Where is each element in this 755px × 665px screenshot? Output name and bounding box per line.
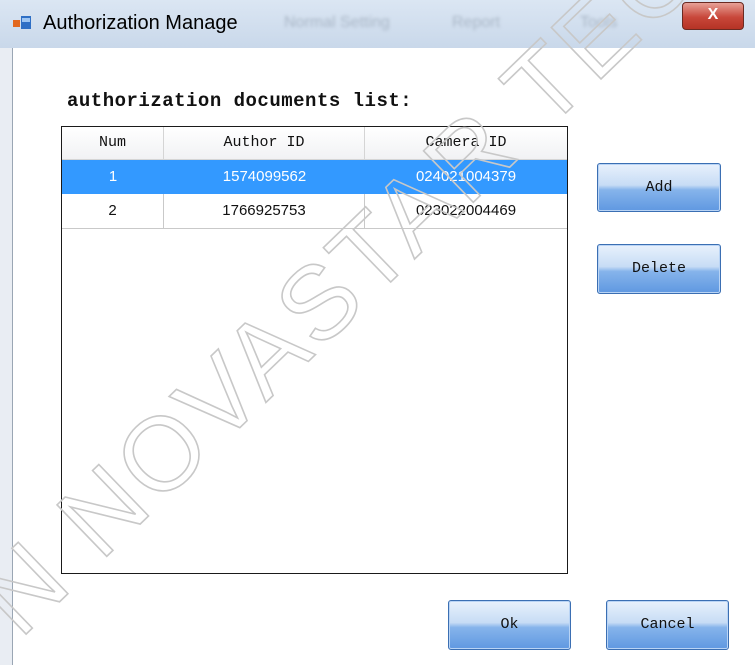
app-window-icon <box>13 16 31 29</box>
cancel-button[interactable]: Cancel <box>606 600 729 650</box>
cell-author-id: 1574099562 <box>222 168 307 185</box>
window-title: Authorization Manage <box>43 12 238 34</box>
ok-button[interactable]: Ok <box>448 600 571 650</box>
authorization-list[interactable]: Num Author ID Camera ID 1 1574099562 024… <box>61 126 568 574</box>
cell-num: 2 <box>62 194 164 228</box>
title-bar: Authorization Manage Normal Setting Repo… <box>0 0 755 48</box>
column-header-camera-id[interactable]: Camera ID <box>365 127 567 159</box>
table-row[interactable]: 2 1766925753 023022004469 <box>62 194 567 229</box>
delete-button[interactable]: Delete <box>597 244 721 294</box>
list-title: authorization documents list: <box>67 90 413 112</box>
cell-author-id: 1766925753 <box>164 194 365 228</box>
list-header: Num Author ID Camera ID <box>62 127 567 160</box>
close-icon: X <box>707 6 719 23</box>
background-menu-item: Tools <box>580 14 618 31</box>
column-header-author-id[interactable]: Author ID <box>164 127 365 159</box>
cell-num: 1 <box>108 168 118 185</box>
column-header-num[interactable]: Num <box>62 127 164 159</box>
close-button[interactable]: X <box>682 2 744 30</box>
table-row[interactable]: 1 1574099562 024021004379 <box>62 160 567 194</box>
background-menu-item: Report <box>452 14 501 31</box>
cell-camera-id: 023022004469 <box>415 202 517 219</box>
background-menu-item: Normal Setting <box>284 14 390 31</box>
add-button[interactable]: Add <box>597 163 721 212</box>
cell-camera-id: 024021004379 <box>415 168 517 185</box>
